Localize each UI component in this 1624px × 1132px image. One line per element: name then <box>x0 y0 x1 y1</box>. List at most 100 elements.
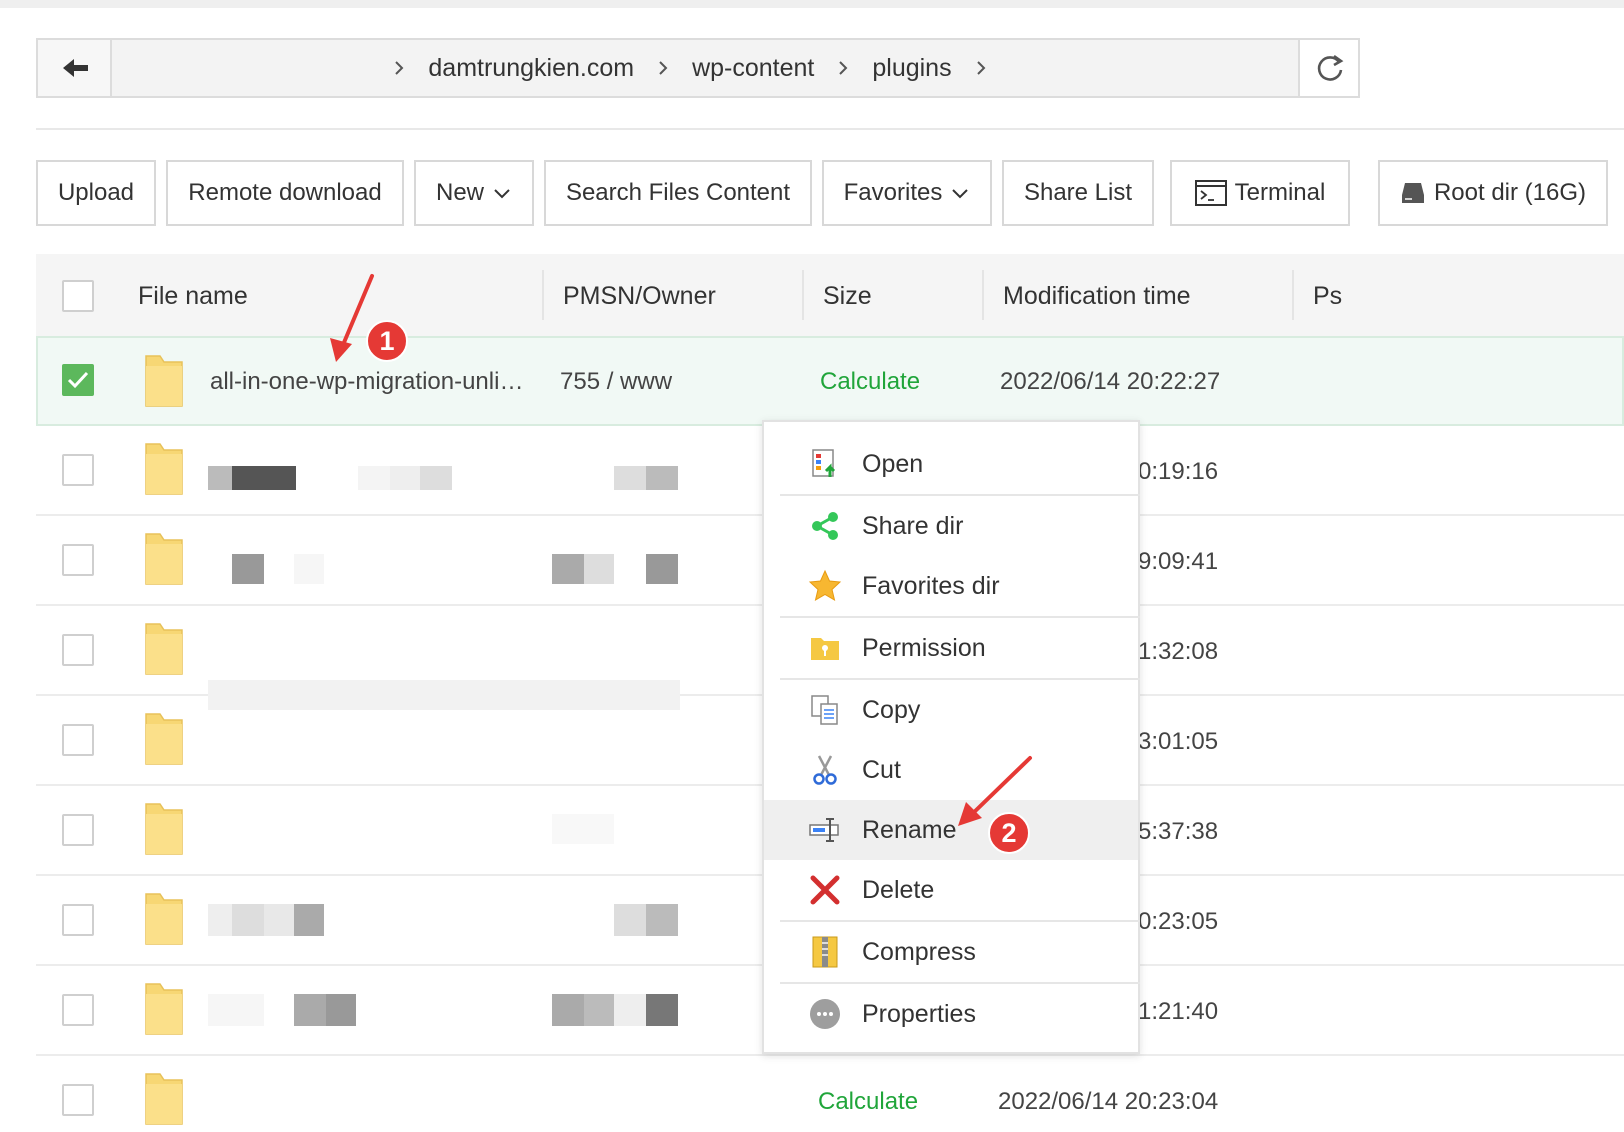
redacted-block <box>646 904 678 936</box>
redacted-block <box>264 904 294 936</box>
redacted-block <box>358 466 390 490</box>
menu-item-share-dir[interactable]: Share dir <box>764 496 1138 556</box>
calculate-size-link[interactable]: Calculate <box>820 368 920 396</box>
menu-item-delete[interactable]: Delete <box>764 860 1138 920</box>
context-menu: Open Share dir Favorites dir Permission … <box>762 420 1140 1054</box>
header-size[interactable]: Size <box>823 254 872 338</box>
favorites-label: Favorites <box>843 179 943 206</box>
folder-icon <box>145 533 183 585</box>
table-row[interactable]: Calculate 2022/06/14 20:23:04 <box>36 1056 1624 1132</box>
refresh-icon <box>1317 54 1344 81</box>
folder-icon <box>145 803 183 855</box>
header-modification-time[interactable]: Modification time <box>1003 254 1191 338</box>
redacted-block <box>584 994 614 1026</box>
terminal-icon <box>1194 180 1227 206</box>
redacted-block <box>552 554 584 584</box>
row-checkbox[interactable] <box>62 724 94 756</box>
terminal-button[interactable]: Terminal <box>1170 160 1350 226</box>
new-label: New <box>435 179 484 206</box>
chevron-right-icon <box>839 61 848 75</box>
properties-icon <box>810 999 840 1029</box>
file-owner: 755 / www <box>560 368 673 395</box>
file-mtime: 2022/06/14 20:22:27 <box>1000 368 1221 395</box>
disk-icon <box>1401 183 1424 203</box>
redacted-block <box>294 904 324 936</box>
remote-download-label: Remote download <box>188 179 382 206</box>
new-dropdown-button[interactable]: New <box>414 160 534 226</box>
redacted-block <box>614 994 646 1026</box>
permission-folder-icon <box>811 638 839 660</box>
redacted-block <box>420 466 452 490</box>
scissors-icon <box>813 755 837 785</box>
menu-item-copy[interactable]: Copy <box>764 680 1138 740</box>
menu-label: Permission <box>862 633 986 662</box>
menu-item-compress[interactable]: Compress <box>764 922 1138 982</box>
redacted-block <box>232 904 264 936</box>
copy-icon <box>811 695 838 725</box>
breadcrumb-domain[interactable]: damtrungkien.com <box>428 54 634 83</box>
favorites-dropdown-button[interactable]: Favorites <box>822 160 992 226</box>
menu-item-cut[interactable]: Cut <box>764 740 1138 800</box>
row-checkbox[interactable] <box>62 814 94 846</box>
folder-icon <box>145 355 183 407</box>
redacted-block <box>208 904 232 936</box>
share-list-button[interactable]: Share List <box>1002 160 1154 226</box>
table-row[interactable]: all-in-one-wp-migration-unli… 755 / www … <box>36 336 1624 426</box>
back-button[interactable] <box>38 40 112 96</box>
select-all-checkbox[interactable] <box>62 280 94 312</box>
menu-item-permission[interactable]: Permission <box>764 618 1138 678</box>
header-pmsn-owner[interactable]: PMSN/Owner <box>563 254 716 338</box>
folder-icon <box>145 623 183 675</box>
delete-icon <box>810 875 840 905</box>
root-dir-label: Root dir (16G) <box>1433 179 1587 206</box>
menu-label: Properties <box>862 999 976 1028</box>
redacted-block <box>294 994 326 1026</box>
root-dir-button[interactable]: Root dir (16G) <box>1378 160 1608 226</box>
calculate-size-link[interactable]: Calculate <box>818 1088 918 1116</box>
open-icon <box>812 449 836 477</box>
share-list-label: Share List <box>1023 179 1133 206</box>
chevron-right-icon <box>395 61 404 75</box>
arrow-left-icon <box>63 59 88 77</box>
folder-icon <box>145 713 183 765</box>
file-mtime: 0:23:05 <box>1138 908 1219 935</box>
folder-icon <box>145 893 183 945</box>
redacted-block <box>232 466 296 490</box>
terminal-label: Terminal <box>1234 179 1326 206</box>
menu-label: Cut <box>862 755 901 784</box>
row-checkbox[interactable] <box>62 1084 94 1116</box>
row-checkbox[interactable] <box>62 364 94 396</box>
menu-item-open[interactable]: Open <box>764 434 1138 494</box>
menu-label: Favorites dir <box>862 571 1000 600</box>
header-file-name[interactable]: File name <box>138 254 248 338</box>
upload-button[interactable]: Upload <box>36 160 156 226</box>
file-mtime: 1:21:40 <box>1138 998 1219 1025</box>
menu-label: Rename <box>862 815 957 844</box>
row-checkbox[interactable] <box>62 634 94 666</box>
chevron-right-icon <box>976 61 986 75</box>
file-name[interactable]: all-in-one-wp-migration-unli… <box>210 368 523 396</box>
annotation-badge-1: 1 <box>366 320 408 362</box>
menu-label: Delete <box>862 875 935 904</box>
row-checkbox[interactable] <box>62 904 94 936</box>
annotation-badge-2: 2 <box>988 812 1030 854</box>
redacted-block <box>646 994 678 1026</box>
menu-label: Share dir <box>862 511 964 540</box>
menu-item-favorites-dir[interactable]: Favorites dir <box>764 556 1138 616</box>
file-mtime: 3:01:05 <box>1138 728 1219 755</box>
file-mtime: 1:32:08 <box>1138 638 1219 665</box>
header-ps[interactable]: Ps <box>1313 254 1342 338</box>
check-icon <box>67 371 89 389</box>
row-checkbox[interactable] <box>62 544 94 576</box>
breadcrumb-wp-content[interactable]: wp-content <box>692 54 814 83</box>
redacted-block <box>294 554 324 584</box>
redacted-block <box>646 466 678 490</box>
menu-item-rename[interactable]: Rename <box>764 800 1138 860</box>
row-checkbox[interactable] <box>62 454 94 486</box>
remote-download-button[interactable]: Remote download <box>166 160 404 226</box>
refresh-button[interactable] <box>1298 40 1358 96</box>
search-files-content-button[interactable]: Search Files Content <box>544 160 812 226</box>
menu-item-properties[interactable]: Properties <box>764 984 1138 1044</box>
row-checkbox[interactable] <box>62 994 94 1026</box>
breadcrumb-plugins[interactable]: plugins <box>872 54 951 83</box>
